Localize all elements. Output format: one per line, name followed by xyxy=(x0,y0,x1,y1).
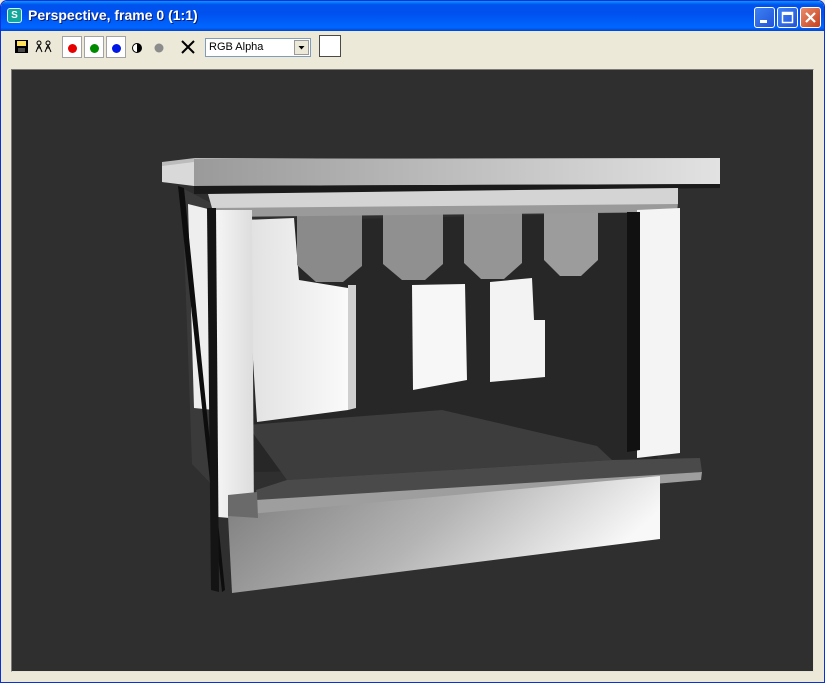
clone-render-icon xyxy=(35,40,52,53)
base-corner xyxy=(228,492,258,518)
render-toolbar: RGB Alpha xyxy=(1,31,824,65)
blue-channel-icon xyxy=(112,44,121,53)
rendered-market-stall xyxy=(162,158,720,593)
back-divider xyxy=(348,285,356,410)
app-icon[interactable]: S xyxy=(7,8,22,23)
back-panel-center xyxy=(412,284,467,390)
window-title: Perspective, frame 0 (1:1) xyxy=(28,7,198,23)
clear-button[interactable] xyxy=(179,38,197,56)
dropdown-arrow[interactable] xyxy=(294,40,309,55)
minimize-icon xyxy=(760,20,767,23)
close-button[interactable] xyxy=(800,7,821,28)
alpha-dot-icon xyxy=(154,43,164,53)
alpha-channel-button[interactable] xyxy=(153,38,165,56)
roof-left-end xyxy=(162,162,194,186)
channel-select-value: RGB Alpha xyxy=(209,41,264,53)
minimize-button[interactable] xyxy=(754,7,775,28)
maximize-button[interactable] xyxy=(777,7,798,28)
maximize-icon xyxy=(781,11,794,24)
valance-scallop-4 xyxy=(544,212,598,276)
valance-scallop-2 xyxy=(383,213,443,280)
right-post-shadow xyxy=(627,212,640,452)
red-channel-button[interactable] xyxy=(62,36,82,58)
left-front-post xyxy=(215,210,254,520)
title-bar[interactable]: S Perspective, frame 0 (1:1) xyxy=(1,1,824,31)
render-window: S Perspective, frame 0 (1:1) RGB Alpha xyxy=(0,0,825,683)
valance-scallop-1 xyxy=(297,215,362,282)
save-button[interactable] xyxy=(13,38,31,56)
render-viewport xyxy=(11,69,814,672)
blue-channel-button[interactable] xyxy=(106,36,126,58)
clear-x-icon xyxy=(181,40,195,54)
chevron-down-icon xyxy=(298,46,305,50)
close-icon xyxy=(805,12,816,23)
channel-select[interactable]: RGB Alpha xyxy=(205,38,311,57)
roof-front xyxy=(194,158,720,186)
save-icon xyxy=(15,40,28,53)
color-swatch[interactable] xyxy=(319,35,341,57)
clone-render-button[interactable] xyxy=(34,38,54,56)
valance-scallop-3 xyxy=(464,213,522,279)
mono-button[interactable] xyxy=(131,38,143,56)
right-post xyxy=(637,208,680,458)
red-channel-icon xyxy=(68,44,77,53)
mono-icon xyxy=(132,43,142,53)
green-channel-icon xyxy=(90,44,99,53)
green-channel-button[interactable] xyxy=(84,36,104,58)
